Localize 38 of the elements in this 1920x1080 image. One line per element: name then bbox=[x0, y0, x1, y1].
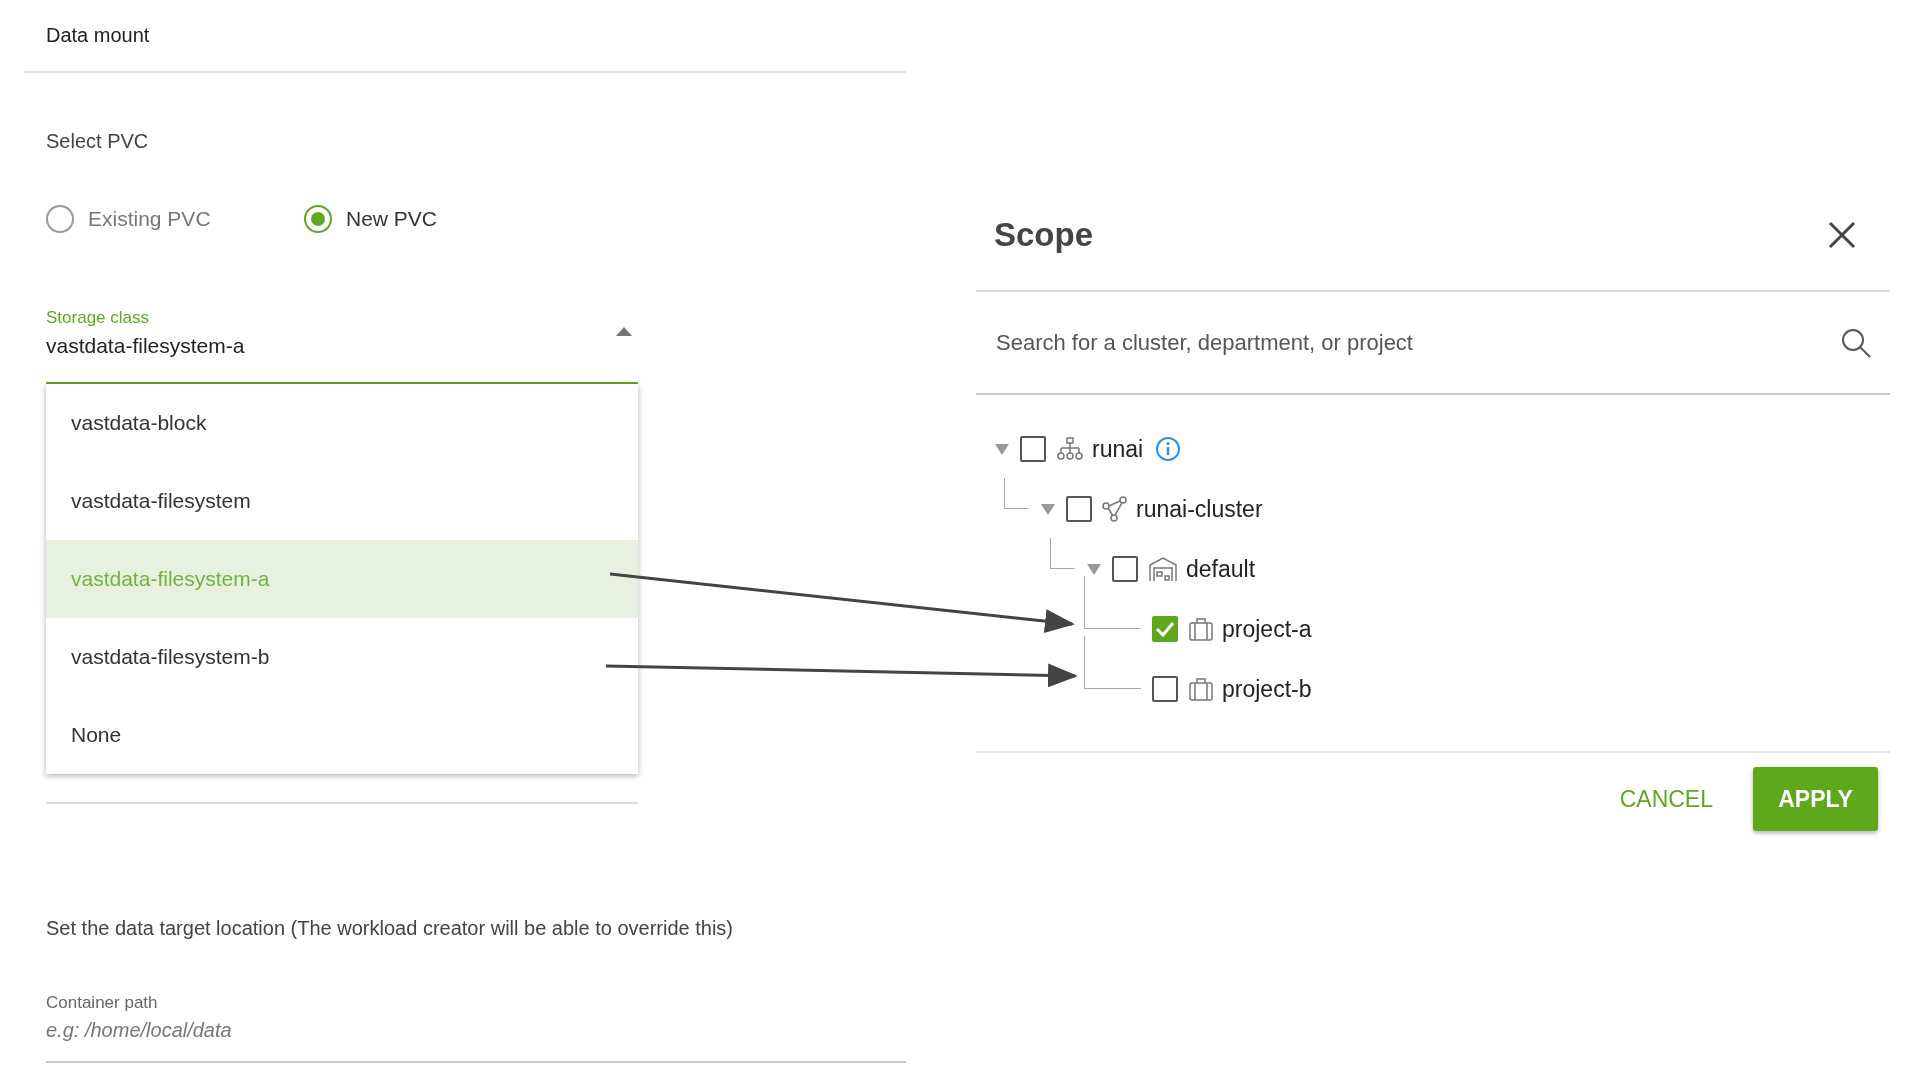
tree-connector-line bbox=[1084, 576, 1141, 629]
checkbox[interactable] bbox=[1112, 556, 1138, 582]
tree-node-label[interactable]: project-b bbox=[1222, 675, 1312, 703]
field-label: Container path bbox=[46, 992, 158, 1013]
expand-toggle[interactable] bbox=[1040, 502, 1056, 516]
expand-toggle[interactable] bbox=[1086, 562, 1102, 576]
building-icon bbox=[1148, 556, 1178, 582]
field-label: Select PVC bbox=[46, 130, 150, 153]
network-icon bbox=[1102, 496, 1128, 522]
menu-item[interactable]: vastdata-block bbox=[46, 384, 638, 462]
tree-node-label[interactable]: default bbox=[1186, 555, 1256, 583]
dialog-title: Scope bbox=[994, 215, 1094, 254]
radio-option[interactable]: Existing PVC bbox=[46, 205, 304, 233]
tree-connector-line bbox=[1050, 538, 1075, 569]
expand-toggle[interactable] bbox=[994, 442, 1010, 456]
menu-item[interactable]: vastdata-filesystem-b bbox=[46, 618, 638, 696]
tree-node-label[interactable]: project-a bbox=[1222, 615, 1312, 643]
info-icon[interactable] bbox=[1155, 436, 1182, 462]
section-title: Data mount bbox=[46, 24, 150, 47]
checkbox[interactable] bbox=[1152, 676, 1178, 702]
checkbox[interactable] bbox=[1152, 616, 1178, 642]
instruction-text: Set the data target location (The workload creator will be able to override this) bbox=[46, 917, 735, 940]
menu-item[interactable]: None bbox=[46, 696, 638, 774]
checkbox[interactable] bbox=[1066, 496, 1092, 522]
hierarchy-icon bbox=[1056, 437, 1084, 461]
tree-node-label[interactable]: runai bbox=[1092, 435, 1144, 463]
search-icon[interactable] bbox=[1840, 326, 1872, 359]
checkbox[interactable] bbox=[1020, 436, 1046, 462]
menu-item[interactable]: vastdata-filesystem bbox=[46, 462, 638, 540]
briefcase-icon bbox=[1188, 617, 1214, 641]
briefcase-icon bbox=[1188, 677, 1214, 701]
radio-option[interactable]: New PVC bbox=[304, 205, 562, 233]
container-path-input[interactable]: e.g: /home/local/data bbox=[46, 1013, 906, 1042]
select-value: vastdata-filesystem-a bbox=[46, 334, 246, 358]
tree-connector-line bbox=[1084, 636, 1141, 689]
tree-node-label[interactable]: runai-cluster bbox=[1136, 495, 1263, 523]
tree-connector-line bbox=[1004, 478, 1029, 509]
field-label: Storage class bbox=[46, 307, 149, 328]
